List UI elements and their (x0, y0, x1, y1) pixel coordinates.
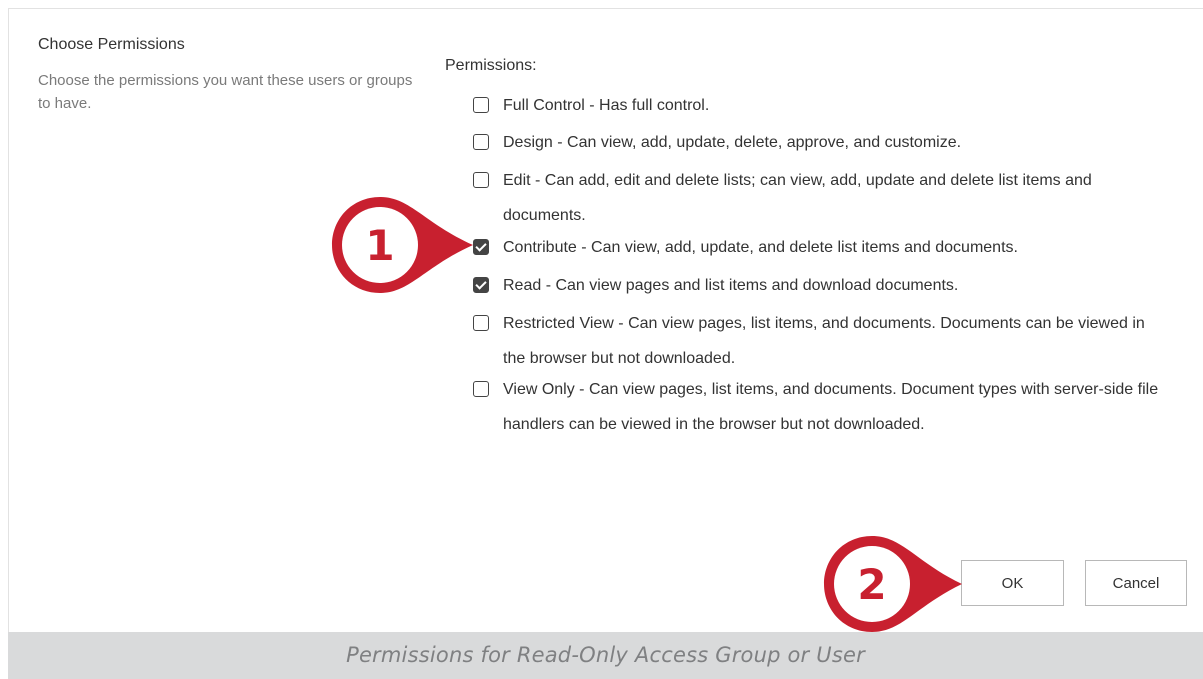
design-checkbox[interactable] (473, 134, 489, 150)
ok-button[interactable]: OK (961, 560, 1064, 606)
section-title: Choose Permissions (38, 36, 185, 53)
permission-label: Contribute - Can view, add, update, and … (503, 239, 1018, 256)
section-description: Choose the permissions you want these us… (38, 72, 413, 112)
permission-label: Full Control - Has full control. (503, 97, 710, 114)
step-2-marker: 2 (824, 536, 962, 632)
figure-caption: Permissions for Read-Only Access Group o… (346, 643, 865, 667)
step-1-number: 1 (365, 221, 394, 270)
cancel-button[interactable]: Cancel (1085, 560, 1187, 606)
full-control-checkbox[interactable] (473, 97, 489, 113)
restricted-view-checkbox[interactable] (473, 315, 489, 331)
permission-label: Design - Can view, add, update, delete, … (503, 134, 962, 151)
permission-label: Read - Can view pages and list items and… (503, 277, 959, 294)
caption-bar: Permissions for Read-Only Access Group o… (8, 632, 1203, 679)
view-only-checkbox[interactable] (473, 381, 489, 397)
permission-label: Restricted View - Can view pages, list i… (503, 315, 1145, 367)
permission-label: View Only - Can view pages, list items, … (503, 381, 1159, 433)
step-1-marker: 1 (332, 197, 473, 293)
edit-checkbox[interactable] (473, 172, 489, 188)
step-2-number: 2 (857, 560, 886, 609)
permission-label: Edit - Can add, edit and delete lists; c… (503, 172, 1092, 224)
permissions-label: Permissions: (445, 57, 537, 74)
